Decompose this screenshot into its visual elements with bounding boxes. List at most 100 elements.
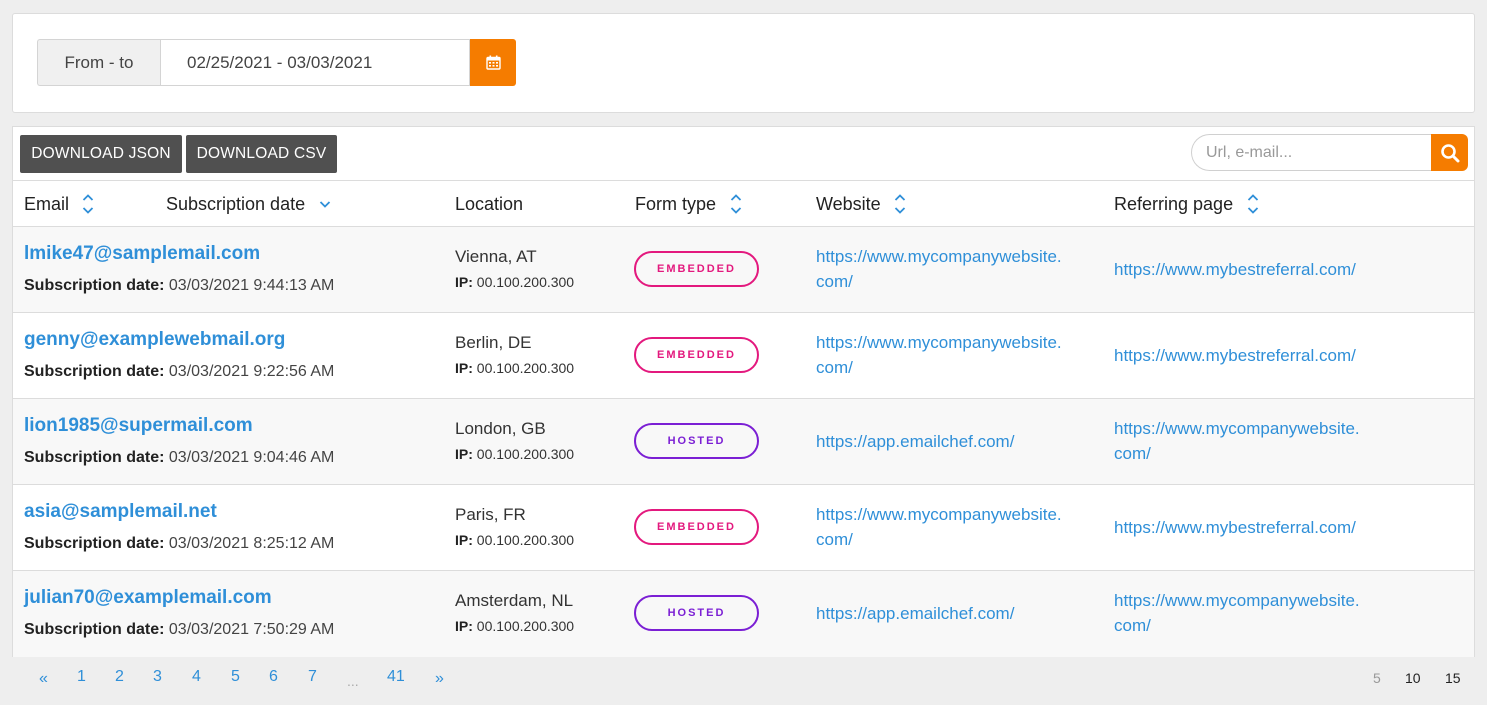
form-type-badge: EMBEDDED <box>634 509 759 545</box>
row-email-link[interactable]: asia@samplemail.net <box>24 501 217 523</box>
referring-line: https://www.mycompanywebsite. <box>1114 419 1360 438</box>
row-email-link[interactable]: lmike47@samplemail.com <box>24 243 260 265</box>
row-referring-link[interactable]: https://www.mybestreferral.com/ <box>1114 515 1404 540</box>
column-website-label: Website <box>816 193 881 214</box>
row-email-link[interactable]: genny@examplewebmail.org <box>24 329 285 351</box>
calendar-button[interactable] <box>470 39 516 86</box>
website-line: com/ <box>816 272 853 291</box>
website-line: com/ <box>816 358 853 377</box>
search-icon <box>1440 143 1459 162</box>
ip-value: 00.100.200.300 <box>476 360 575 376</box>
row-email-link[interactable]: julian70@examplemail.com <box>24 587 272 609</box>
subscription-date-value: 03/03/2021 9:22:56 AM <box>168 363 335 380</box>
website-line: https://www.mycompanywebsite. <box>816 505 1062 524</box>
pagination-last-page[interactable]: 41 <box>387 668 405 686</box>
sort-desc-icon[interactable] <box>319 198 331 210</box>
per-page-option[interactable]: 15 <box>1445 670 1461 686</box>
ip-label: IP: <box>455 446 473 462</box>
website-line: https://www.mycompanywebsite. <box>816 333 1062 352</box>
website-line: https://www.mycompanywebsite. <box>816 247 1062 266</box>
subscription-date-label: Subscription date: <box>24 277 165 294</box>
download-csv-button[interactable]: DOWNLOAD CSV <box>186 135 337 173</box>
date-range-label: From - to <box>37 39 160 86</box>
row-ip: IP: 00.100.200.300 <box>455 360 574 376</box>
pagination-prev[interactable]: « <box>39 670 48 688</box>
row-referring-link[interactable]: https://www.mycompanywebsite. com/ <box>1114 416 1404 466</box>
row-email-link[interactable]: lion1985@supermail.com <box>24 415 253 437</box>
table-row: asia@samplemail.net Subscription date: 0… <box>13 485 1474 571</box>
table-row: lmike47@samplemail.com Subscription date… <box>13 227 1474 313</box>
per-page-option[interactable]: 10 <box>1405 670 1421 686</box>
search-input[interactable]: Url, e-mail... <box>1191 134 1431 171</box>
form-type-badge: EMBEDDED <box>634 251 759 287</box>
calendar-icon <box>485 55 501 70</box>
subscription-date-value: 03/03/2021 7:50:29 AM <box>168 621 335 638</box>
referring-line: https://www.mybestreferral.com/ <box>1114 260 1356 279</box>
form-type-badge: HOSTED <box>634 595 759 631</box>
sort-both-icon[interactable] <box>82 192 94 216</box>
ip-label: IP: <box>455 360 473 376</box>
referring-line: https://www.mybestreferral.com/ <box>1114 346 1356 365</box>
row-website-link[interactable]: https://app.emailchef.com/ <box>816 429 1096 454</box>
pagination-page[interactable]: 2 <box>115 668 124 686</box>
pagination-ellipsis: ... <box>347 673 359 689</box>
per-page-option[interactable]: 5 <box>1373 670 1381 686</box>
row-subscription-date: Subscription date: 03/03/2021 9:22:56 AM <box>24 363 334 381</box>
column-referring-page-label: Referring page <box>1114 193 1234 214</box>
row-referring-link[interactable]: https://www.mybestreferral.com/ <box>1114 257 1404 282</box>
row-subscription-date: Subscription date: 03/03/2021 8:25:12 AM <box>24 535 334 553</box>
row-website-link[interactable]: https://app.emailchef.com/ <box>816 601 1096 626</box>
date-range-group: From - to 02/25/2021 - 03/03/2021 <box>37 39 516 86</box>
column-form-type[interactable]: Form type <box>635 181 742 227</box>
pagination-next[interactable]: » <box>435 670 444 688</box>
filter-panel: From - to 02/25/2021 - 03/03/2021 <box>12 13 1475 113</box>
subscription-date-label: Subscription date: <box>24 363 165 380</box>
ip-value: 00.100.200.300 <box>476 618 575 634</box>
table-header: Email Subscription date Location Form ty… <box>13 181 1474 227</box>
column-website[interactable]: Website <box>816 181 906 227</box>
subscriptions-table: DOWNLOAD JSON DOWNLOAD CSV Url, e-mail..… <box>12 126 1475 657</box>
column-email[interactable]: Email <box>24 181 94 227</box>
row-location-city: Amsterdam, NL <box>455 591 574 610</box>
search-box: Url, e-mail... <box>1191 134 1468 171</box>
pagination-page[interactable]: 7 <box>308 668 317 686</box>
sort-both-icon[interactable] <box>730 192 742 216</box>
row-website-link[interactable]: https://www.mycompanywebsite. com/ <box>816 330 1096 380</box>
row-ip: IP: 00.100.200.300 <box>455 446 574 462</box>
column-subscription-date[interactable]: Subscription date <box>166 181 331 227</box>
row-ip: IP: 00.100.200.300 <box>455 618 574 634</box>
row-referring-link[interactable]: https://www.mycompanywebsite. com/ <box>1114 588 1404 638</box>
ip-value: 00.100.200.300 <box>476 532 575 548</box>
subscription-date-value: 03/03/2021 9:44:13 AM <box>168 277 335 294</box>
pagination-page[interactable]: 4 <box>192 668 201 686</box>
row-location-city: Berlin, DE <box>455 333 532 352</box>
ip-label: IP: <box>455 274 473 290</box>
referring-line: com/ <box>1114 444 1151 463</box>
column-email-label: Email <box>24 193 70 214</box>
pagination-page[interactable]: 6 <box>269 668 278 686</box>
subscription-date-value: 03/03/2021 8:25:12 AM <box>168 535 335 552</box>
date-range-input[interactable]: 02/25/2021 - 03/03/2021 <box>160 39 470 86</box>
pagination-page[interactable]: 5 <box>231 668 240 686</box>
ip-value: 00.100.200.300 <box>476 446 575 462</box>
column-referring-page[interactable]: Referring page <box>1114 181 1259 227</box>
row-subscription-date: Subscription date: 03/03/2021 9:04:46 AM <box>24 449 334 467</box>
website-line: https://app.emailchef.com/ <box>816 432 1015 451</box>
sort-both-icon[interactable] <box>1247 192 1259 216</box>
download-json-button[interactable]: DOWNLOAD JSON <box>20 135 182 173</box>
row-website-link[interactable]: https://www.mycompanywebsite. com/ <box>816 502 1096 552</box>
row-referring-link[interactable]: https://www.mybestreferral.com/ <box>1114 343 1404 368</box>
subscription-date-label: Subscription date: <box>24 449 165 466</box>
subscription-date-label: Subscription date: <box>24 621 165 638</box>
referring-line: https://www.mybestreferral.com/ <box>1114 518 1356 537</box>
row-ip: IP: 00.100.200.300 <box>455 274 574 290</box>
form-type-badge: HOSTED <box>634 423 759 459</box>
row-website-link[interactable]: https://www.mycompanywebsite. com/ <box>816 244 1096 294</box>
pagination-page[interactable]: 3 <box>153 668 162 686</box>
pagination-page[interactable]: 1 <box>77 668 86 686</box>
search-button[interactable] <box>1431 134 1468 171</box>
ip-value: 00.100.200.300 <box>476 274 575 290</box>
table-row: lion1985@supermail.com Subscription date… <box>13 399 1474 485</box>
website-line: https://app.emailchef.com/ <box>816 604 1015 623</box>
sort-both-icon[interactable] <box>894 192 906 216</box>
